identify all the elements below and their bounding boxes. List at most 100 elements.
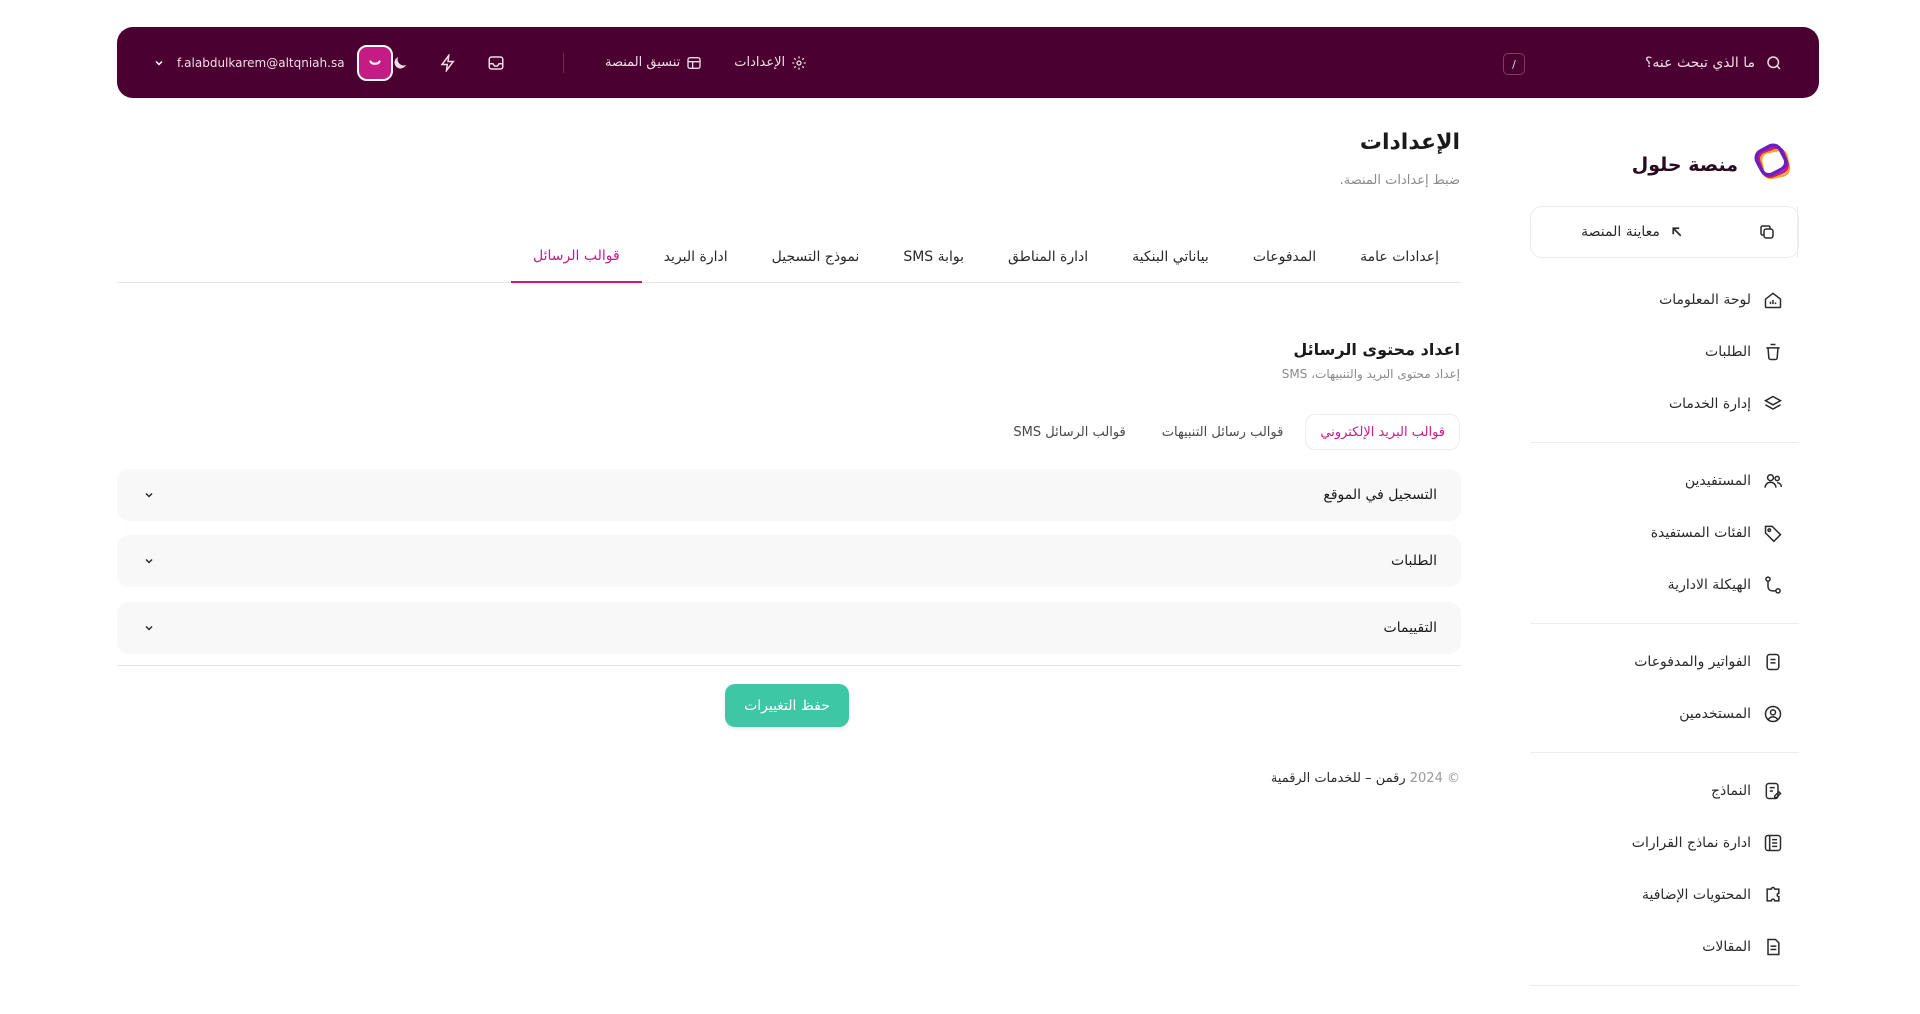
platform-layout-link[interactable]: تنسيق المنصة [605, 55, 702, 71]
sidebar-item-decision-forms[interactable]: ادارة نماذج القرارات [1530, 817, 1799, 869]
invoice-icon [1766, 653, 1780, 671]
puzzle-icon [1766, 886, 1780, 902]
settings-label: الإعدادات [734, 55, 786, 70]
arrow-up-left-icon [1672, 227, 1682, 237]
search-icon [1767, 55, 1781, 70]
platform-preview-button[interactable]: معاينة المنصة [1531, 207, 1736, 257]
logo-icon [1754, 143, 1791, 180]
sidebar-item-invoices[interactable]: الفواتير والمدفوعات [1530, 636, 1799, 688]
tabs-row: إعدادات عامة المدفوعات بياناتي البنكية ادار… [511, 230, 1461, 283]
footer-copyright: © 2024 [1409, 771, 1460, 786]
sidebar-item-users[interactable]: المستخدمين [1530, 688, 1799, 740]
sidebar-item-extra-content[interactable]: المحتويات الإضافية [1530, 869, 1799, 921]
sidebar-divider [1530, 623, 1799, 624]
article-icon [1767, 938, 1780, 956]
route-icon [1765, 576, 1781, 594]
brand[interactable]: منصة حلول [1632, 143, 1796, 187]
dashboard-icon [1764, 292, 1782, 309]
search-placeholder[interactable]: ما الذي تبحث عنه؟ [1645, 55, 1755, 71]
platform-layout-label: تنسيق المنصة [605, 55, 681, 70]
tab-1[interactable]: المدفوعات [1231, 230, 1338, 283]
footer-text: رقمن – للخدمات الرقمية [1270, 771, 1406, 786]
sidebar-item-label: الفواتير والمدفوعات [1634, 654, 1751, 670]
section-title: اعداد محتوى الرسائل [1293, 340, 1460, 359]
page-subtitle: ضبط إعدادات المنصة. [1339, 173, 1460, 188]
subtab-1[interactable]: قوالب رسائل التنبيهات [1148, 414, 1298, 450]
sidebar-item-label: المحتويات الإضافية [1642, 887, 1751, 903]
inbox-icon[interactable] [487, 54, 505, 72]
user-email: f.alabdulkarem@altqniah.sa [177, 55, 345, 70]
tab-6[interactable]: ادارة البريد [642, 230, 750, 283]
chevron-down-icon[interactable] [153, 57, 165, 69]
tab-7[interactable]: قوالب الرسائل [511, 230, 642, 283]
sidebar-item-label: المستخدمين [1679, 706, 1751, 722]
gear-icon [792, 55, 806, 70]
list-icon [1764, 834, 1782, 852]
chevron-down-icon [145, 625, 153, 631]
subtab-2[interactable]: قوالب الرسائل SMS [999, 414, 1139, 450]
lightning-icon[interactable] [439, 53, 457, 72]
tag-icon [1764, 525, 1782, 543]
subtab-0[interactable]: قوالب البريد الإلكتروني [1305, 414, 1460, 450]
form-icon [1765, 782, 1782, 800]
sidebar-item-dashboard[interactable]: لوحة المعلومات [1530, 274, 1799, 326]
sidebar-item-beneficiaries[interactable]: المستفيدين [1530, 455, 1799, 507]
moon-icon[interactable] [391, 54, 409, 72]
avatar[interactable] [356, 44, 393, 81]
top-bar: ما الذي تبحث عنه؟ / تنسيق المنصة الإعداد… [117, 27, 1819, 98]
settings-tabs: إعدادات عامة المدفوعات بياناتي البنكية ادار… [117, 230, 1461, 283]
template-subtabs: قوالب البريد الإلكتروني قوالب رسائل التنب… [999, 414, 1460, 450]
sidebar-item-label: المقالات [1702, 939, 1751, 955]
topbar-links: تنسيق المنصة الإعدادات [605, 27, 807, 98]
user-menu[interactable]: f.alabdulkarem@altqniah.sa [153, 27, 393, 98]
chevron-down-icon [145, 558, 153, 564]
sidebar-item-forms[interactable]: النماذج [1530, 765, 1799, 817]
copy-link-button[interactable] [1736, 207, 1798, 257]
user-circle-icon [1764, 705, 1782, 723]
topbar-divider [563, 53, 564, 73]
page-title: الإعدادات [1359, 130, 1460, 155]
accordion-orders[interactable]: الطلبات [117, 535, 1461, 587]
tab-0[interactable]: إعدادات عامة [1338, 230, 1461, 283]
sidebar-item-org-structure[interactable]: الهيكلة الادارية [1530, 559, 1799, 611]
sidebar-divider [1530, 985, 1799, 986]
sidebar-item-label: الطلبات [1705, 344, 1751, 360]
tab-2[interactable]: بياناتي البنكية [1110, 230, 1231, 283]
layout-icon [687, 56, 701, 69]
save-button[interactable]: حفظ التغييرات [725, 684, 849, 727]
sidebar-nav: لوحة المعلومات الطلبات إدارة الخدمات الم… [1530, 274, 1799, 998]
sidebar-item-label: إدارة الخدمات [1668, 396, 1751, 412]
search-bar[interactable]: ما الذي تبحث عنه؟ [1645, 27, 1783, 98]
orders-icon [1766, 343, 1780, 361]
sidebar-item-articles[interactable]: المقالات [1530, 921, 1799, 973]
sidebar-item-label: الهيكلة الادارية [1667, 577, 1751, 593]
accordion-registration[interactable]: التسجيل في الموقع [117, 469, 1461, 521]
brand-name: منصة حلول [1631, 154, 1738, 176]
sidebar-item-orders[interactable]: الطلبات [1530, 326, 1799, 378]
sidebar-item-services[interactable]: إدارة الخدمات [1530, 378, 1799, 430]
sidebar-divider [1530, 442, 1799, 443]
content-divider [117, 665, 1461, 666]
accordion-label: الطلبات [1391, 553, 1437, 569]
platform-preview-label: معاينة المنصة [1581, 224, 1660, 240]
sidebar-item-label: الفئات المستفيدة [1650, 525, 1751, 541]
smile-icon [368, 59, 381, 65]
chevron-down-icon [145, 492, 153, 498]
copy-icon [1759, 225, 1774, 239]
tab-3[interactable]: ادارة المناطق [986, 230, 1110, 283]
accordion-ratings[interactable]: التقييمات [117, 602, 1461, 654]
sidebar-item-label: النماذج [1710, 783, 1751, 799]
footer: © 2024 رقمن – للخدمات الرقمية [1271, 771, 1460, 786]
sidebar-divider [1530, 752, 1799, 753]
users-icon [1764, 474, 1783, 488]
sidebar-item-label: المستفيدين [1684, 473, 1751, 489]
sidebar-item-label: لوحة المعلومات [1659, 292, 1751, 308]
tab-5[interactable]: نموذج التسجيل [750, 230, 882, 283]
search-shortcut-badge: / [1503, 53, 1525, 75]
settings-link[interactable]: الإعدادات [734, 55, 807, 71]
topbar-icons [391, 27, 505, 98]
sidebar-item-beneficiary-categories[interactable]: الفئات المستفيدة [1530, 507, 1799, 559]
tab-4[interactable]: بوابة SMS [881, 230, 986, 283]
platform-preview: معاينة المنصة [1530, 206, 1799, 258]
accordion-label: التسجيل في الموقع [1323, 487, 1437, 503]
